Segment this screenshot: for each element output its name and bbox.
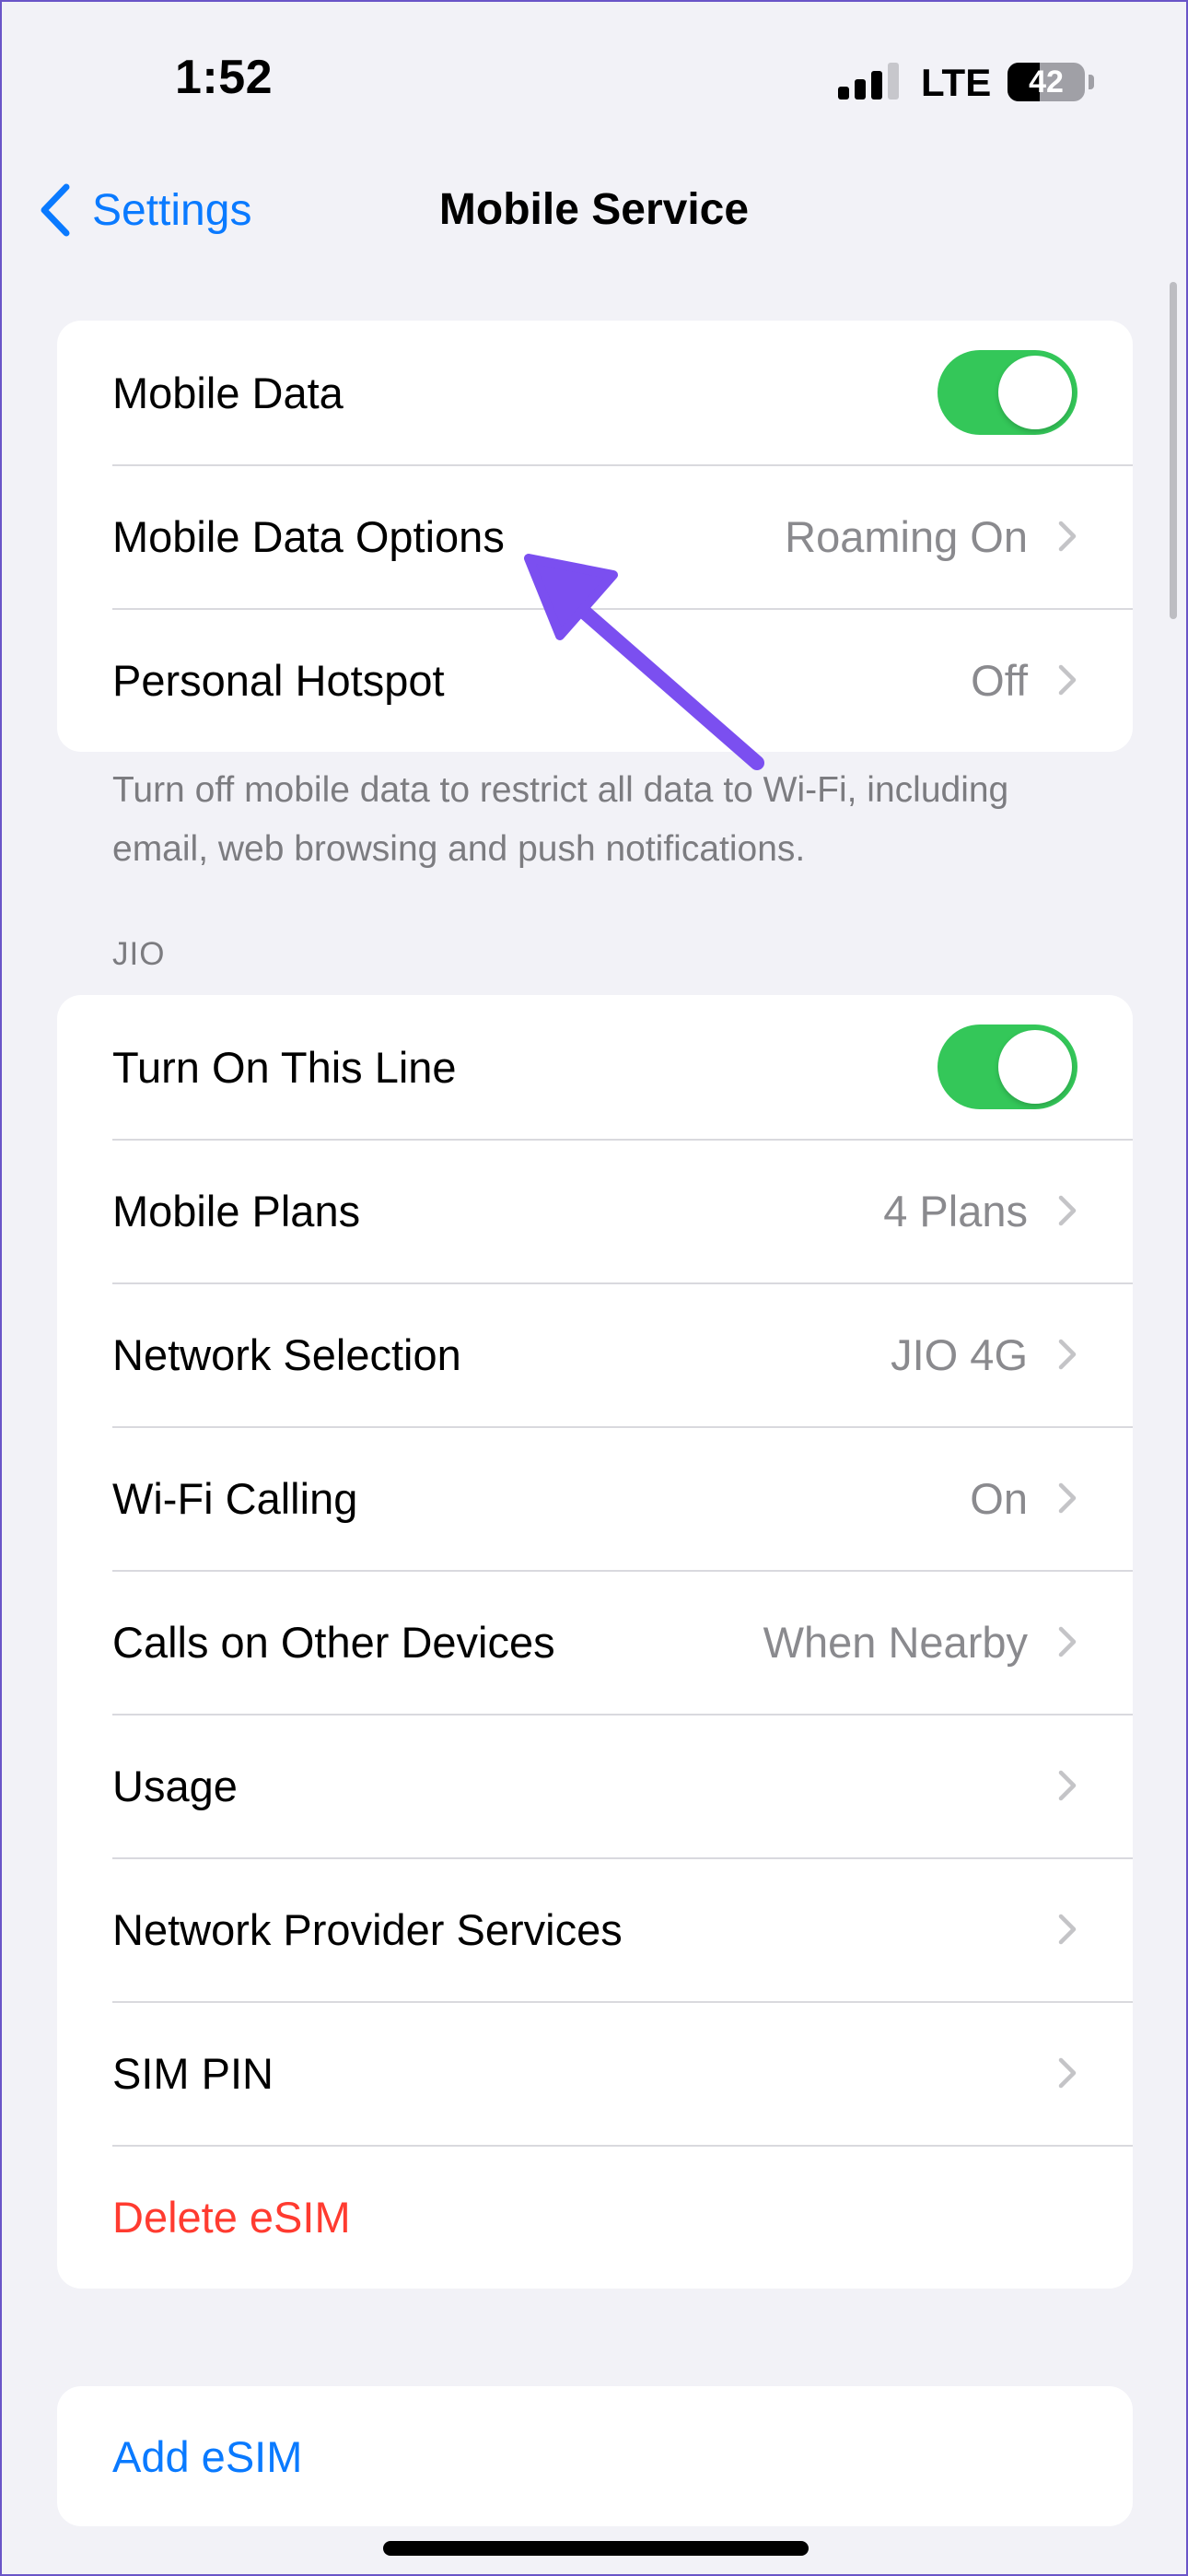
mobile-data-toggle[interactable] bbox=[938, 350, 1077, 435]
chevron-right-icon bbox=[1058, 1339, 1077, 1370]
chevron-right-icon bbox=[1058, 1195, 1077, 1226]
chevron-right-icon bbox=[1058, 1914, 1077, 1945]
delete-esim-button[interactable]: Delete eSIM bbox=[57, 2145, 1133, 2289]
add-esim-button[interactable]: Add eSIM bbox=[57, 2386, 1133, 2526]
usage-row[interactable]: Usage bbox=[57, 1714, 1133, 1857]
chevron-right-icon bbox=[1058, 1770, 1077, 1801]
personal-hotspot-label: Personal Hotspot bbox=[112, 655, 445, 705]
mobile-data-options-row[interactable]: Mobile Data Options Roaming On bbox=[57, 464, 1133, 608]
home-indicator bbox=[383, 2541, 809, 2556]
calls-other-devices-row[interactable]: Calls on Other Devices When Nearby bbox=[57, 1570, 1133, 1714]
wifi-calling-row[interactable]: Wi-Fi Calling On bbox=[57, 1426, 1133, 1570]
add-esim-label: Add eSIM bbox=[112, 2431, 303, 2481]
chevron-right-icon bbox=[1058, 2057, 1077, 2089]
mobile-data-row: Mobile Data bbox=[57, 321, 1133, 464]
network-selection-row[interactable]: Network Selection JIO 4G bbox=[57, 1282, 1133, 1426]
mobile-data-footer-note: Turn off mobile data to restrict all dat… bbox=[112, 770, 1009, 869]
toggle-knob bbox=[998, 1030, 1072, 1104]
chevron-right-icon bbox=[1058, 664, 1077, 696]
turn-on-line-row: Turn On This Line bbox=[57, 995, 1133, 1139]
jio-section-header: JIO bbox=[112, 936, 166, 972]
toggle-knob bbox=[998, 356, 1072, 429]
network-provider-services-label: Network Provider Services bbox=[112, 1904, 623, 1954]
wifi-calling-label: Wi-Fi Calling bbox=[112, 1473, 358, 1523]
add-esim-group: Add eSIM bbox=[57, 2386, 1133, 2526]
network-selection-value: JIO 4G bbox=[891, 1329, 1028, 1379]
usage-label: Usage bbox=[112, 1761, 238, 1810]
sim-pin-row[interactable]: SIM PIN bbox=[57, 2001, 1133, 2145]
mobile-data-options-value: Roaming On bbox=[785, 511, 1028, 561]
mobile-plans-row[interactable]: Mobile Plans 4 Plans bbox=[57, 1139, 1133, 1282]
signal-strength-icon bbox=[838, 63, 899, 100]
sim-pin-label: SIM PIN bbox=[112, 2048, 274, 2098]
calls-other-devices-label: Calls on Other Devices bbox=[112, 1617, 555, 1667]
chevron-right-icon bbox=[1058, 1626, 1077, 1657]
page-title: Mobile Service bbox=[438, 185, 750, 234]
mobile-service-screen: 1:52 LTE 42 Settings Mobile Service Mobi… bbox=[0, 0, 1188, 2576]
turn-on-line-toggle[interactable] bbox=[938, 1025, 1077, 1109]
battery-percentage: 42 bbox=[1029, 64, 1064, 100]
network-type: LTE bbox=[921, 61, 992, 104]
battery-cap bbox=[1089, 75, 1094, 89]
mobile-data-label: Mobile Data bbox=[112, 368, 344, 417]
wifi-calling-value: On bbox=[970, 1473, 1028, 1523]
network-provider-services-row[interactable]: Network Provider Services bbox=[57, 1857, 1133, 2001]
delete-esim-label: Delete eSIM bbox=[112, 2192, 351, 2242]
mobile-data-group: Mobile Data Mobile Data Options Roaming … bbox=[57, 321, 1133, 752]
turn-on-line-label: Turn On This Line bbox=[112, 1042, 457, 1092]
personal-hotspot-row[interactable]: Personal Hotspot Off bbox=[57, 608, 1133, 752]
network-selection-label: Network Selection bbox=[112, 1329, 461, 1379]
mobile-data-options-label: Mobile Data Options bbox=[112, 511, 505, 561]
personal-hotspot-value: Off bbox=[971, 655, 1028, 705]
battery-icon: 42 bbox=[1007, 63, 1085, 101]
jio-group: Turn On This Line Mobile Plans 4 Plans N… bbox=[57, 995, 1133, 2289]
status-time: 1:52 bbox=[175, 51, 274, 104]
mobile-plans-label: Mobile Plans bbox=[112, 1186, 361, 1235]
chevron-right-icon bbox=[1058, 1482, 1077, 1514]
chevron-right-icon bbox=[1058, 521, 1077, 552]
mobile-plans-value: 4 Plans bbox=[883, 1186, 1028, 1235]
scroll-indicator bbox=[1170, 282, 1177, 619]
calls-other-devices-value: When Nearby bbox=[763, 1617, 1028, 1667]
